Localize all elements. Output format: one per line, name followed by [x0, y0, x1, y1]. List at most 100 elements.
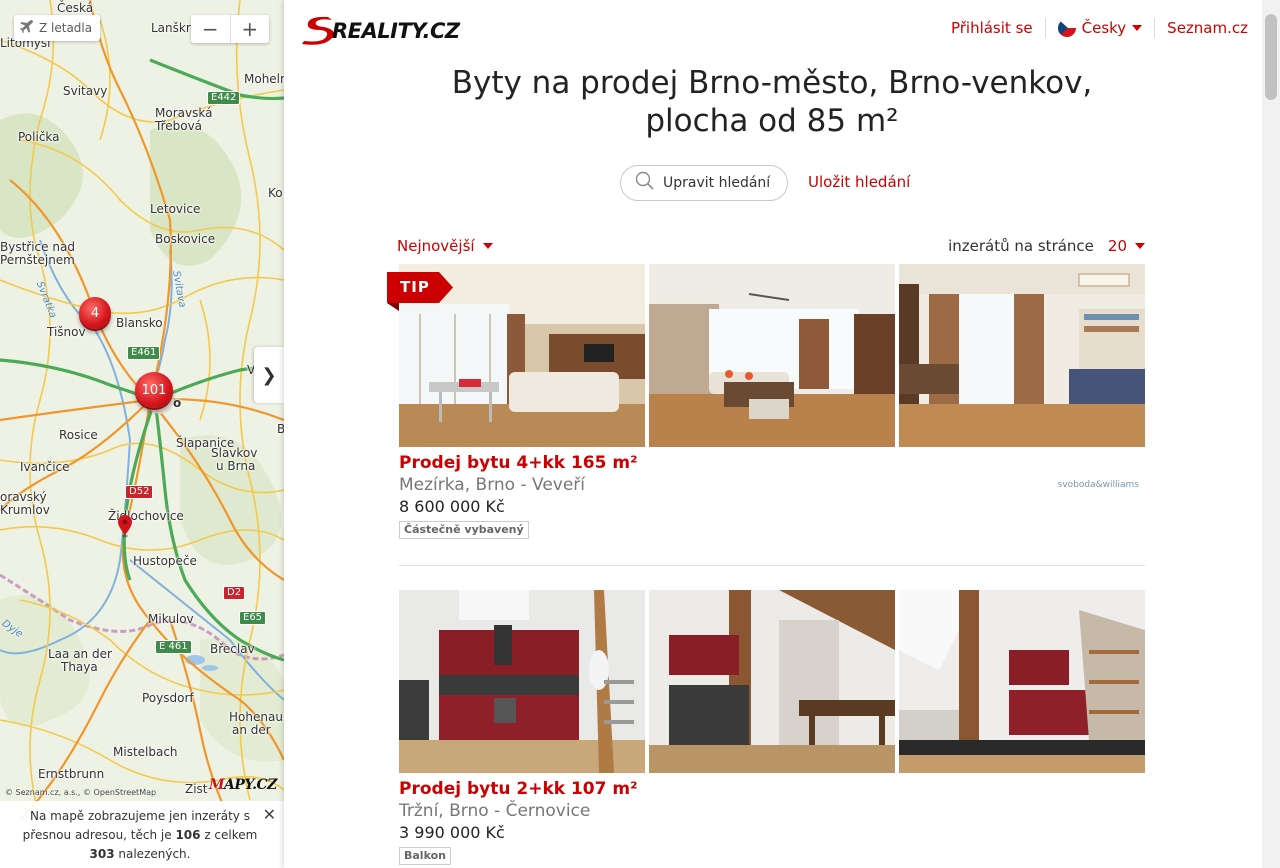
collapse-map-button[interactable]: ❯ [254, 347, 284, 403]
road-d2: D2 [223, 586, 246, 600]
road-e461: E461 [127, 346, 161, 360]
plane-icon [20, 19, 34, 37]
chevron-down-icon [1135, 243, 1145, 249]
mapy-logo-rest: APY.CZ [224, 777, 277, 793]
top-navigation: Přihlásit se Česky Seznam.cz [951, 18, 1248, 38]
listing-location: Mezírka, Brno - Veveří [399, 475, 586, 495]
listing-photos [399, 590, 1145, 773]
place-ernstbrunn: Ernstbrunn [38, 767, 105, 781]
place-tisnov: Tišnov [47, 325, 86, 339]
edit-search-label: Upravit hledání [663, 175, 771, 191]
per-page-control: inzerátů na stránce 20 [948, 237, 1145, 255]
edit-search-button[interactable]: Upravit hledání [620, 165, 788, 201]
map-note-count-exact: 106 [175, 828, 201, 842]
place-letovice: Letovice [150, 202, 201, 216]
place-mikulov: Mikulov [148, 612, 194, 626]
map-note: Na mapě zobrazujeme jen inzeráty s přesn… [0, 801, 284, 868]
map-pin-marker[interactable] [117, 515, 133, 543]
place-ko: Ko [268, 186, 283, 200]
listing-item: Prodej bytu 2+kk 107 m² Tržní, Brno - Če… [399, 590, 1145, 865]
search-icon [635, 171, 655, 195]
aerial-view-button[interactable]: Z letadla [14, 15, 101, 41]
place-hustopece: Hustopeče [133, 554, 197, 568]
listing-photo[interactable] [899, 264, 1145, 447]
place-rosice: Rosice [59, 428, 98, 442]
results-panel: REALITY.CZ Přihlásit se Česky Seznam.cz … [284, 0, 1262, 868]
language-label: Česky [1081, 19, 1127, 37]
place-poysdorf: Poysdorf [142, 691, 194, 705]
mapy-cz-logo[interactable]: MAPY.CZ [209, 777, 277, 793]
road-e65: E65 [239, 611, 267, 625]
chevron-down-icon [482, 243, 493, 249]
nav-divider [1154, 18, 1156, 38]
place-lanskroun: Lanškr [151, 21, 191, 35]
zoom-out-button[interactable]: − [191, 15, 231, 43]
per-page-label: inzerátů na stránce [948, 237, 1094, 255]
place-brno: o [173, 396, 182, 410]
place-breclav: Břeclav [210, 642, 255, 656]
aerial-view-label: Z letadla [39, 21, 93, 35]
sort-label: Nejnovější [397, 237, 475, 255]
listing-photo[interactable] [399, 590, 645, 773]
czech-flag-icon [1057, 19, 1076, 37]
listing-item: TIP Prodej bytu 4+kk 165 m² Mezírka, Brn… [387, 264, 1145, 539]
map-panel[interactable]: Česká Litomyšl Lanškr Svitavy Mohelr Pol… [0, 0, 284, 868]
page-title: Byty na prodej Brno-město, Brno-venkov, … [451, 65, 1093, 139]
place-zistersdorf: Zist [185, 782, 208, 796]
tip-badge-fold [387, 303, 399, 311]
place-moravska-trebova-2: Třebová [155, 119, 203, 133]
listing-photo[interactable] [899, 590, 1145, 773]
place-ceska: Česká [57, 1, 94, 15]
per-page-value: 20 [1107, 237, 1127, 255]
listing-price: 3 990 000 Kč [399, 823, 505, 842]
listing-title[interactable]: Prodej bytu 2+kk 107 m² [399, 779, 1145, 800]
map-credits: © Seznam.cz, a.s., © OpenStreetMap [5, 788, 157, 797]
place-blansko: Blansko [116, 316, 163, 330]
listing-photo[interactable] [649, 264, 895, 447]
listing-photos: TIP [387, 264, 1145, 447]
listing-photo[interactable] [649, 590, 895, 773]
place-b: B [277, 422, 284, 436]
place-boskovice: Boskovice [155, 232, 216, 246]
page-scrollbar[interactable] [1262, 0, 1280, 868]
map-note-text-after: nalezených. [114, 847, 191, 861]
place-mor-krumlov-2: Krumlov [0, 503, 50, 517]
svg-text:REALITY.CZ: REALITY.CZ [332, 19, 461, 43]
place-hohenau-2: an der [232, 723, 271, 737]
mapy-logo-m: M [209, 777, 225, 793]
map-note-text-middle: z celkem [200, 828, 258, 842]
map-cluster-tisnov[interactable]: 4 [79, 297, 111, 329]
nav-divider [1044, 18, 1046, 38]
place-mistelbach: Mistelbach [113, 745, 178, 759]
listing-title[interactable]: Prodej bytu 4+kk 165 m² [399, 453, 1145, 474]
language-selector[interactable]: Česky [1057, 19, 1143, 37]
listing-price: 8 600 000 Kč [399, 497, 505, 516]
save-search-link[interactable]: Uložit hledání [808, 173, 910, 191]
listing-location: Tržní, Brno - Černovice [399, 801, 591, 821]
listing-tag: Částečně vybavený [399, 521, 529, 539]
scrollbar-thumb[interactable] [1265, 14, 1277, 100]
tip-badge: TIP [387, 272, 453, 303]
sort-dropdown[interactable]: Nejnovější [397, 237, 493, 255]
place-mohelnice: Mohelr [244, 72, 284, 86]
place-slavkov-2: u Brna [216, 459, 256, 473]
chevron-down-icon [1132, 25, 1143, 31]
place-ivancice: Ivančice [20, 460, 70, 474]
zoom-in-button[interactable]: + [231, 15, 270, 43]
agency-logo[interactable]: svoboda&williams [1058, 480, 1139, 490]
road-e461b: E 461 [155, 640, 192, 654]
per-page-dropdown[interactable]: 20 [1108, 237, 1145, 255]
seznam-link[interactable]: Seznam.cz [1167, 19, 1248, 37]
listing-tag: Balkon [399, 847, 451, 865]
map-note-count-total: 303 [89, 847, 115, 861]
login-link[interactable]: Přihlásit se [951, 19, 1033, 37]
place-laa-2: Thaya [61, 660, 98, 674]
zoom-control: − + [191, 15, 269, 43]
close-icon[interactable]: ✕ [263, 805, 276, 824]
listing-divider [399, 565, 1145, 566]
sreality-logo[interactable]: REALITY.CZ [302, 14, 502, 46]
place-policka: Polička [18, 130, 60, 144]
road-d52: D52 [125, 485, 154, 499]
road-e442: E442 [207, 91, 241, 105]
map-cluster-brno[interactable]: 101 [135, 372, 173, 408]
